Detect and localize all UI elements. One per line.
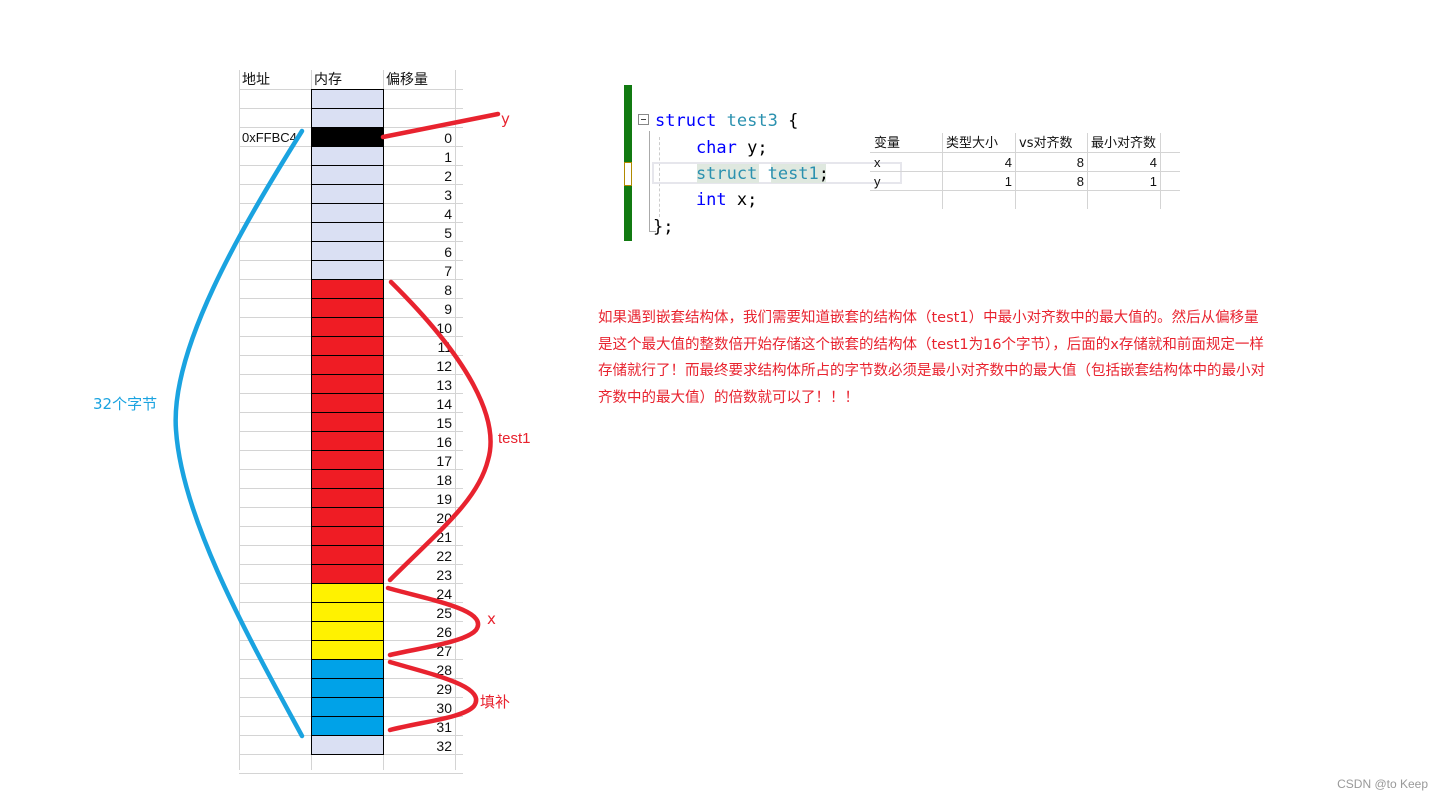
code-token: char — [655, 138, 737, 158]
code-token: ; — [818, 164, 830, 184]
table-header: 变量 — [874, 136, 901, 151]
table-header: 类型大小 — [946, 136, 999, 151]
code-snippet: struct test3 { char y; struct test1; int… — [624, 85, 902, 241]
code-line: struct test3 { — [655, 110, 798, 132]
code-line: char y; — [655, 137, 768, 159]
code-token: x; — [726, 190, 758, 210]
table-column-line — [1160, 133, 1161, 209]
table-cell: y — [874, 174, 881, 189]
code-token: struct — [655, 164, 758, 184]
code-token: }; — [653, 217, 674, 237]
code-line: int x; — [655, 189, 757, 211]
y-label: y — [501, 110, 510, 128]
table-cell: 4 — [1004, 155, 1012, 170]
fold-line — [649, 131, 650, 231]
padding-label: 填补 — [480, 693, 511, 711]
table-header: vs对齐数 — [1019, 136, 1073, 151]
code-token: test3 — [716, 111, 778, 131]
table-cell: 8 — [1076, 174, 1084, 189]
total-brace-stroke — [173, 128, 305, 739]
variable-table: 变量 类型大小 vs对齐数 最小对齐数 x 4 8 4 y 1 8 1 — [870, 133, 1182, 209]
total-bytes-label: 32个字节 — [93, 395, 158, 413]
code-token: struct — [655, 111, 717, 131]
collapse-icon[interactable] — [638, 114, 649, 125]
table-cell: x — [874, 155, 881, 170]
x-brace-stroke — [385, 585, 481, 658]
code-line: }; — [653, 216, 673, 238]
test1-label: test1 — [498, 430, 531, 447]
table-cell: 1 — [1149, 174, 1157, 189]
explanation-text: 如果遇到嵌套结构体，我们需要知道嵌套的结构体（test1）中最小对齐数中的最大值… — [598, 310, 1265, 406]
x-label: x — [487, 610, 496, 628]
code-token: test1 — [757, 164, 819, 184]
table-cell: 1 — [1004, 174, 1012, 189]
code-token: y; — [736, 138, 768, 158]
watermark: CSDN @to Keep — [1337, 777, 1428, 791]
table-cell: 4 — [1149, 155, 1157, 170]
y-pointer-stroke — [380, 111, 501, 140]
code-token: { — [777, 111, 799, 131]
code-token: int — [655, 190, 727, 210]
table-header: 最小对齐数 — [1091, 136, 1157, 151]
code-line: struct test1; — [655, 163, 829, 185]
test1-brace-stroke — [387, 279, 493, 583]
gutter-marker — [624, 162, 632, 186]
padding-brace-stroke — [387, 659, 479, 733]
table-cell: 8 — [1076, 155, 1084, 170]
